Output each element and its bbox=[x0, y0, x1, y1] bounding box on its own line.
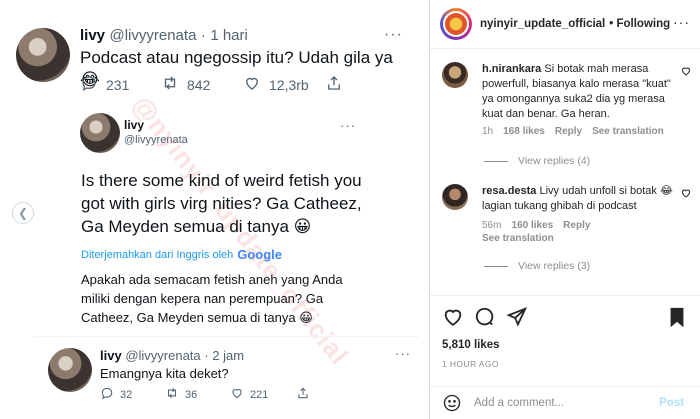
comment-likes[interactable]: 160 likes bbox=[511, 220, 553, 231]
reply-action[interactable]: 231 bbox=[80, 74, 129, 95]
comment-meta: 56m 160 likes Reply bbox=[482, 220, 590, 231]
instagram-panel: nyinyir_update_official • Following ··· … bbox=[430, 0, 700, 419]
reply-author-handle[interactable]: @livyyrenata bbox=[125, 348, 200, 363]
comment-reply-button[interactable]: Reply bbox=[563, 220, 590, 231]
share-action[interactable] bbox=[325, 74, 343, 95]
reply-icon bbox=[80, 74, 98, 95]
chevron-left-icon: ❮ bbox=[17, 206, 29, 220]
quote-header: livy @livyyrenata bbox=[124, 118, 188, 146]
more-options-icon[interactable]: ··· bbox=[673, 14, 690, 30]
post-comment-button[interactable]: Post bbox=[659, 397, 684, 409]
like-action[interactable]: 12,3rb bbox=[243, 74, 309, 95]
reply-text: Emangnya kita deket? bbox=[100, 366, 229, 381]
comment-body: h.nirankara Si botak mah merasa powerful… bbox=[482, 62, 674, 122]
comment-likes[interactable]: 168 likes bbox=[503, 126, 545, 137]
comment-item: resa.desta Livy udah unfoll si botak 😂 l… bbox=[442, 184, 692, 254]
see-translation-button[interactable]: See translation bbox=[592, 126, 664, 137]
reply-header: livy @livyyrenata · 2 jam bbox=[100, 348, 244, 363]
reply-author-avatar[interactable] bbox=[48, 348, 92, 392]
comment-avatar[interactable] bbox=[442, 184, 468, 210]
reply-share-action[interactable] bbox=[296, 386, 310, 403]
comment-username[interactable]: resa.desta bbox=[482, 185, 536, 197]
save-bookmark-icon[interactable] bbox=[666, 306, 688, 328]
retweet-icon bbox=[165, 386, 179, 403]
reply-reply-count: 32 bbox=[120, 388, 133, 401]
quote-text: Is there some kind of weird fetish you g… bbox=[81, 171, 362, 236]
comment-like-heart-icon[interactable] bbox=[680, 64, 692, 76]
add-comment-bar: Post bbox=[430, 386, 700, 419]
tweet-time[interactable]: 1 hari bbox=[210, 27, 248, 44]
translation-attribution: Diterjemahkan dari Inggris oleh Google bbox=[81, 247, 282, 262]
account-avatar[interactable] bbox=[440, 8, 472, 40]
comment-body: resa.desta Livy udah unfoll si botak 😂 l… bbox=[482, 184, 674, 214]
comment-username[interactable]: h.nirankara bbox=[482, 63, 541, 75]
retweet-action[interactable]: 842 bbox=[161, 74, 210, 95]
tweet-author-handle[interactable]: @livyyrenata bbox=[109, 27, 196, 44]
reply-like-count: 221 bbox=[250, 388, 269, 401]
add-comment-input[interactable] bbox=[474, 397, 644, 409]
like-count: 12,3rb bbox=[269, 76, 309, 93]
divider bbox=[34, 336, 419, 337]
share-icon bbox=[296, 386, 310, 403]
reply-retweet-action[interactable]: 36 bbox=[165, 386, 197, 403]
reply-retweet-count: 36 bbox=[185, 388, 198, 401]
quote-author-handle[interactable]: @livyyrenata bbox=[124, 134, 188, 146]
like-heart-icon[interactable] bbox=[442, 306, 464, 328]
translated-text: Apakah ada semacam fetish aneh yang Anda… bbox=[81, 272, 343, 325]
heart-icon bbox=[243, 74, 261, 95]
share-paper-plane-icon[interactable] bbox=[506, 306, 528, 328]
carousel-prev-button[interactable]: ❮ bbox=[12, 202, 34, 224]
tweet-more-icon[interactable]: ··· bbox=[384, 26, 403, 44]
reply-count: 231 bbox=[106, 76, 130, 93]
comment-like-heart-icon[interactable] bbox=[680, 186, 692, 198]
reply-more-icon[interactable]: ··· bbox=[395, 346, 411, 361]
reply-time[interactable]: 2 jam bbox=[212, 348, 244, 363]
view-replies-label: View replies (4) bbox=[518, 155, 591, 167]
view-replies-label: View replies (3) bbox=[518, 260, 591, 272]
comment-reply-button[interactable]: Reply bbox=[555, 126, 582, 137]
post-action-bar bbox=[430, 295, 700, 335]
comment-avatar[interactable] bbox=[442, 62, 468, 88]
view-replies-button[interactable]: View replies (3) bbox=[484, 260, 590, 272]
share-icon bbox=[325, 74, 343, 95]
reply-icon bbox=[100, 386, 114, 403]
heart-icon bbox=[230, 386, 244, 403]
tweet-header: livy @livyyrenata · 1 hari bbox=[80, 27, 248, 45]
translation-label: Diterjemahkan dari Inggris oleh bbox=[81, 248, 234, 261]
retweet-count: 842 bbox=[187, 76, 211, 93]
retweet-icon bbox=[161, 74, 179, 95]
reply-author-name[interactable]: livy bbox=[100, 348, 122, 363]
tweet-screenshot: @nyinyir_update_official livy @livyyrena… bbox=[0, 0, 430, 419]
comment-time: 56m bbox=[482, 220, 502, 231]
tweet-author-avatar[interactable] bbox=[16, 28, 70, 82]
reply-reply-action[interactable]: 32 bbox=[100, 386, 132, 403]
comment-time: 1h bbox=[482, 126, 494, 137]
following-button[interactable]: • Following bbox=[609, 18, 670, 30]
post-likes-count[interactable]: 5,810 likes bbox=[442, 339, 500, 351]
comment-meta-translation: See translation bbox=[482, 233, 554, 244]
reply-like-action[interactable]: 221 bbox=[230, 386, 268, 403]
comment-icon[interactable] bbox=[474, 306, 496, 328]
quote-author-avatar[interactable] bbox=[80, 113, 120, 153]
tweet-separator: · bbox=[200, 27, 206, 44]
post-timestamp: 1 HOUR AGO bbox=[442, 359, 499, 369]
account-username[interactable]: nyinyir_update_official bbox=[480, 18, 605, 30]
see-translation-button[interactable]: See translation bbox=[482, 233, 554, 244]
tweet-author-name[interactable]: livy bbox=[80, 27, 105, 44]
view-replies-button[interactable]: View replies (4) bbox=[484, 155, 590, 167]
quote-more-icon[interactable]: ··· bbox=[340, 118, 356, 133]
google-logo: Google bbox=[237, 247, 283, 262]
post-header: nyinyir_update_official • Following ··· bbox=[430, 0, 700, 49]
reply-separator: · bbox=[204, 348, 209, 363]
comment-meta: 1h 168 likes Reply See translation bbox=[482, 126, 664, 137]
emoji-icon[interactable] bbox=[442, 393, 462, 413]
quote-author-name[interactable]: livy bbox=[124, 118, 188, 132]
